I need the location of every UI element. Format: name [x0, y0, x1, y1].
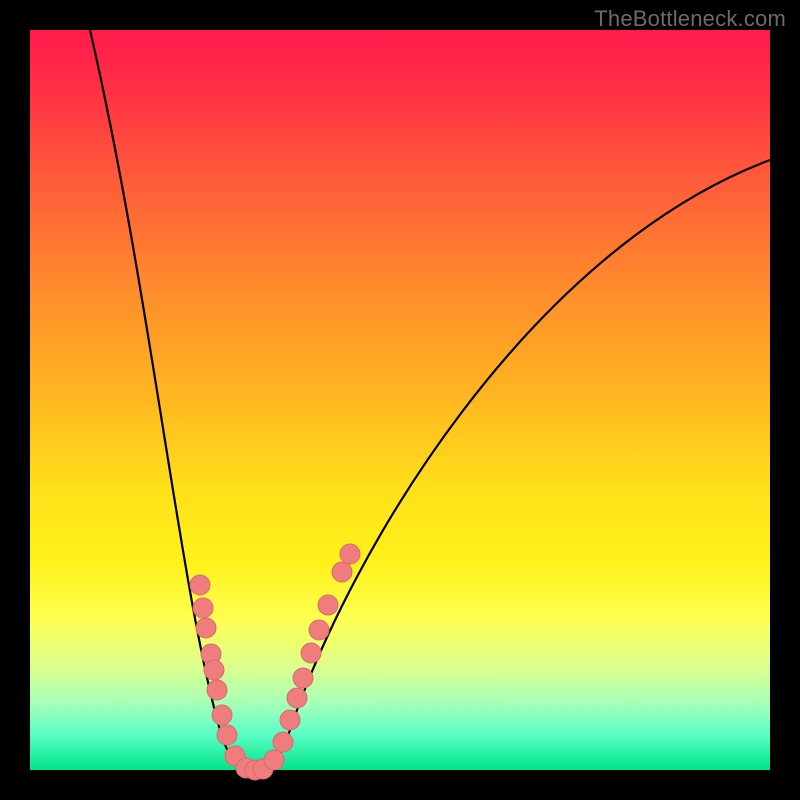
data-dot — [280, 710, 300, 730]
data-dot — [293, 668, 313, 688]
data-dot — [196, 618, 216, 638]
data-dot — [193, 598, 213, 618]
data-dot — [287, 688, 307, 708]
data-dots — [190, 544, 360, 780]
data-dot — [309, 620, 329, 640]
data-dot — [301, 643, 321, 663]
chart-frame: TheBottleneck.com — [0, 0, 800, 800]
watermark-text: TheBottleneck.com — [594, 6, 786, 32]
data-dot — [212, 705, 232, 725]
data-dot — [340, 544, 360, 564]
data-dot — [318, 595, 338, 615]
data-dot — [204, 660, 224, 680]
bottleneck-curve — [30, 30, 770, 770]
plot-area — [30, 30, 770, 770]
data-dot — [273, 732, 293, 752]
data-dot — [264, 750, 284, 770]
data-dot — [190, 575, 210, 595]
data-dot — [332, 562, 352, 582]
curve-path — [90, 30, 770, 770]
data-dot — [217, 725, 237, 745]
data-dot — [207, 680, 227, 700]
